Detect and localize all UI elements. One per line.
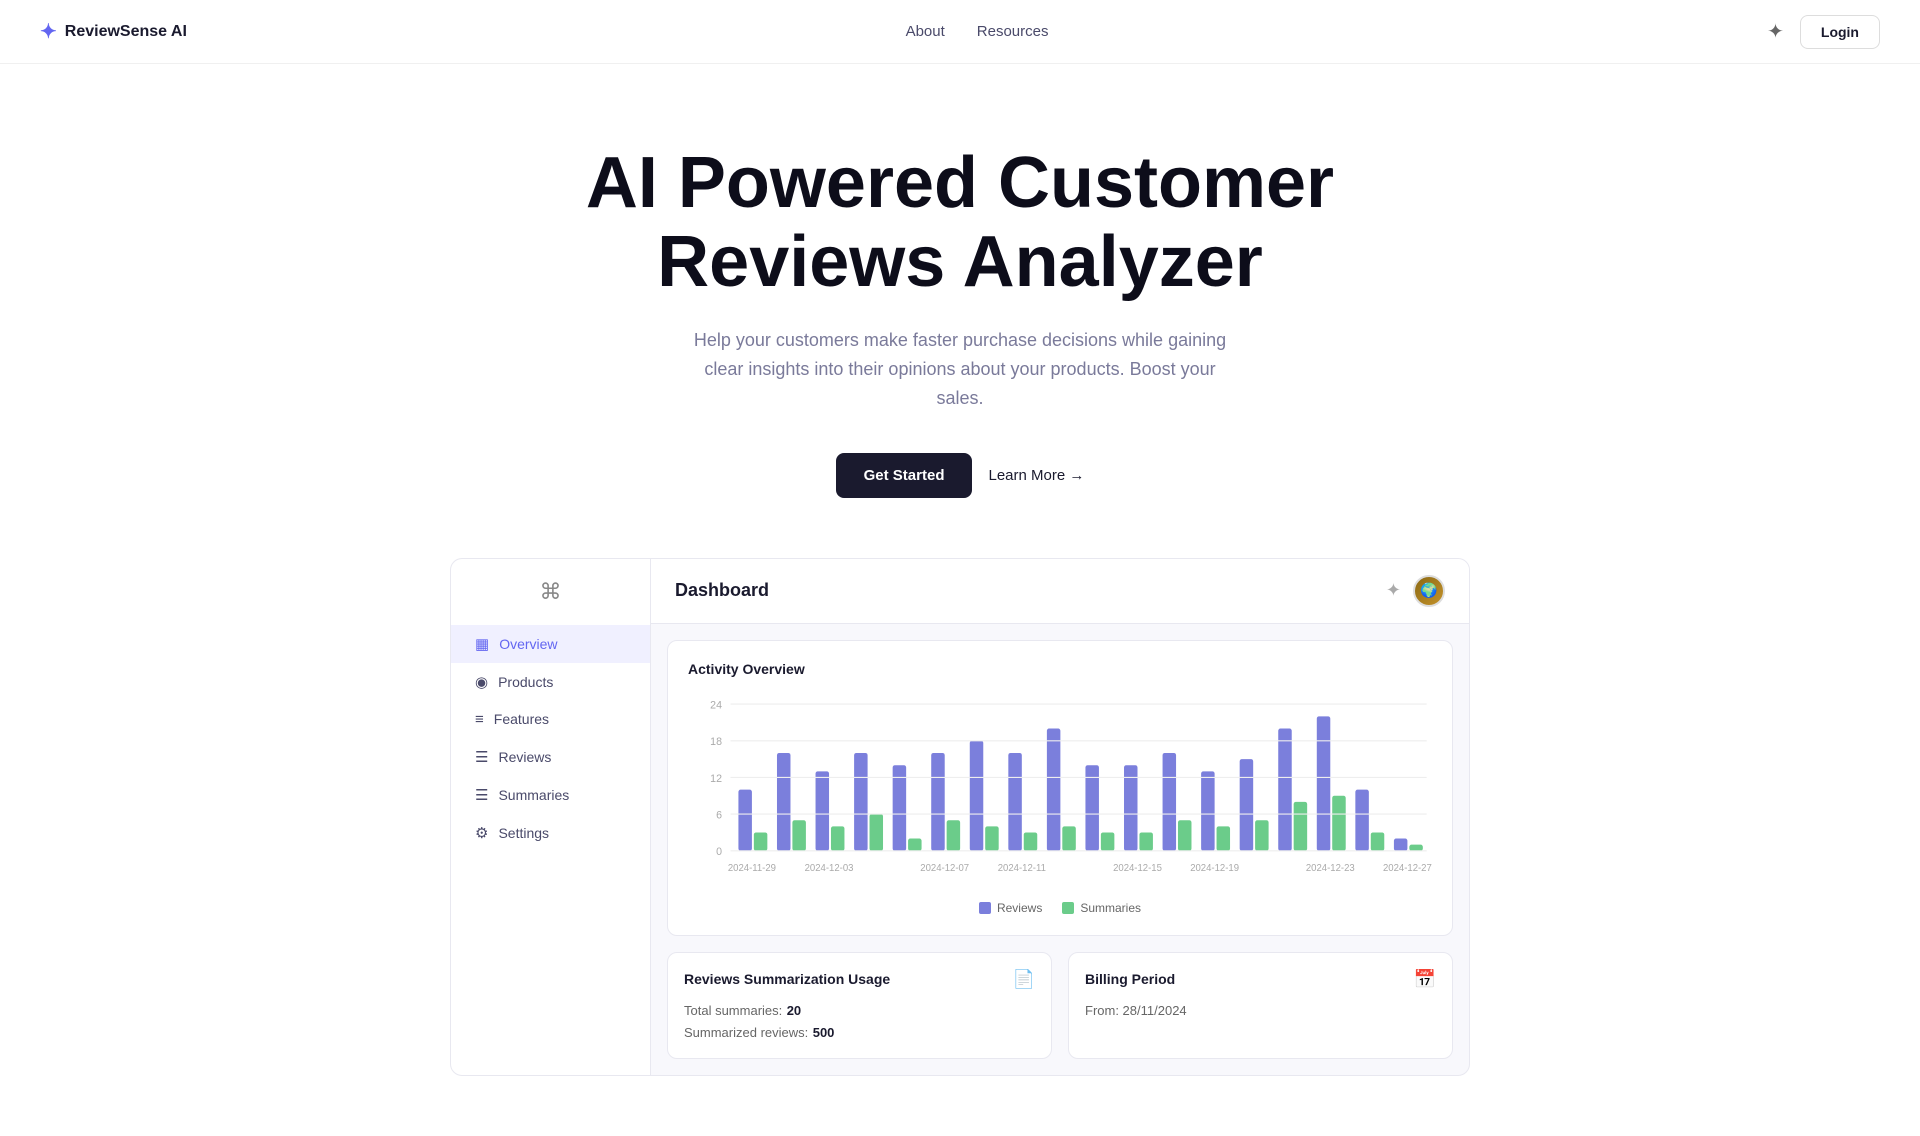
sidebar-item-overview[interactable]: ▦ Overview <box>451 625 650 663</box>
hero-section: AI Powered Customer Reviews Analyzer Hel… <box>510 64 1410 558</box>
billing-card-icon: 📅 <box>1414 969 1436 990</box>
features-icon: ≡ <box>475 711 484 728</box>
usage-card-icon: 📄 <box>1013 969 1035 990</box>
main-panel: Dashboard ✦ 🌍 Activity Overview 24 <box>650 558 1470 1076</box>
products-icon: ◉ <box>475 673 488 691</box>
svg-text:0: 0 <box>716 846 722 858</box>
legend-reviews: Reviews <box>979 901 1042 915</box>
usage-total-row: Total summaries: 20 <box>684 1002 1035 1020</box>
billing-card: Billing Period 📅 From: 28/11/2024 <box>1068 952 1453 1059</box>
usage-reviews-value: 500 <box>813 1025 835 1040</box>
reviews-icon: ☰ <box>475 748 488 766</box>
sidebar-item-overview-label: Overview <box>499 636 557 652</box>
sidebar-item-products[interactable]: ◉ Products <box>451 663 650 701</box>
legend-reviews-label: Reviews <box>997 901 1042 915</box>
usage-reviews-row: Summarized reviews: 500 <box>684 1024 1035 1042</box>
sidebar-item-settings-label: Settings <box>498 825 549 841</box>
legend-reviews-dot <box>979 902 991 914</box>
activity-chart-svg: 24 18 12 6 0 2024-11-29 2024-12-03 2024-12… <box>688 693 1432 893</box>
usage-card-header: Reviews Summarization Usage 📄 <box>684 969 1035 990</box>
svg-text:24: 24 <box>710 699 722 711</box>
billing-card-title: Billing Period <box>1085 971 1175 987</box>
nav-about[interactable]: About <box>906 23 945 40</box>
svg-text:2024-12-15: 2024-12-15 <box>1113 862 1162 873</box>
svg-text:2024-12-19: 2024-12-19 <box>1190 862 1239 873</box>
sidebar-item-settings[interactable]: ⚙ Settings <box>451 814 650 852</box>
chart-legend: Reviews Summaries <box>688 901 1432 915</box>
logo-icon: ✦ <box>40 19 57 44</box>
chart-container: 24 18 12 6 0 2024-11-29 2024-12-03 2024-12… <box>688 693 1432 893</box>
svg-text:2024-11-29: 2024-11-29 <box>728 862 776 873</box>
hero-title-line1: AI Powered Customer <box>586 143 1334 223</box>
logo-text: ReviewSense AI <box>65 23 187 41</box>
avatar[interactable]: 🌍 <box>1413 575 1445 607</box>
nav-links: About Resources <box>906 23 1049 40</box>
sidebar-item-features[interactable]: ≡ Features <box>451 701 650 738</box>
logo[interactable]: ✦ ReviewSense AI <box>40 19 187 44</box>
svg-text:12: 12 <box>710 772 722 784</box>
summaries-icon: ☰ <box>475 786 488 804</box>
hero-subtitle: Help your customers make faster purchase… <box>680 326 1240 412</box>
legend-summaries: Summaries <box>1062 901 1141 915</box>
sidebar-item-summaries-label: Summaries <box>498 787 569 803</box>
sidebar-item-summaries[interactable]: ☰ Summaries <box>451 776 650 814</box>
header-gear-icon[interactable]: ✦ <box>1386 580 1401 601</box>
svg-text:2024-12-03: 2024-12-03 <box>805 862 854 873</box>
svg-text:2024-12-27: 2024-12-27 <box>1383 862 1432 873</box>
navbar-right: ✦ Login <box>1767 15 1880 49</box>
sidebar-item-reviews[interactable]: ☰ Reviews <box>451 738 650 776</box>
billing-from: From: 28/11/2024 <box>1085 1003 1187 1018</box>
get-started-button[interactable]: Get Started <box>836 453 973 498</box>
usage-total-label: Total summaries: <box>684 1003 782 1018</box>
activity-chart-card: Activity Overview 24 18 12 6 0 2024-11-2… <box>667 640 1453 936</box>
usage-reviews-label: Summarized reviews: <box>684 1025 808 1040</box>
dashboard-preview: ⌘ ▦ Overview ◉ Products ≡ Features ☰ Rev… <box>410 558 1510 1136</box>
dashboard-header: Dashboard ✦ 🌍 <box>651 559 1469 624</box>
dashboard-title: Dashboard <box>675 580 769 601</box>
svg-text:2024-12-11: 2024-12-11 <box>998 862 1046 873</box>
theme-toggle-button[interactable]: ✦ <box>1767 19 1784 44</box>
settings-icon: ⚙ <box>475 824 488 842</box>
sidebar: ⌘ ▦ Overview ◉ Products ≡ Features ☰ Rev… <box>450 558 650 1076</box>
svg-text:2024-12-07: 2024-12-07 <box>920 862 969 873</box>
sidebar-item-reviews-label: Reviews <box>498 749 551 765</box>
sidebar-item-products-label: Products <box>498 674 553 690</box>
login-button[interactable]: Login <box>1800 15 1880 49</box>
svg-text:6: 6 <box>716 809 722 821</box>
chart-title: Activity Overview <box>688 661 1432 677</box>
svg-text:2024-12-23: 2024-12-23 <box>1306 862 1355 873</box>
overview-icon: ▦ <box>475 635 489 653</box>
sidebar-item-features-label: Features <box>494 711 549 727</box>
bottom-cards: Reviews Summarization Usage 📄 Total summ… <box>651 952 1469 1075</box>
legend-summaries-label: Summaries <box>1080 901 1141 915</box>
billing-card-header: Billing Period 📅 <box>1085 969 1436 990</box>
sidebar-logo: ⌘ <box>524 579 578 605</box>
usage-card-title: Reviews Summarization Usage <box>684 971 890 987</box>
usage-card: Reviews Summarization Usage 📄 Total summ… <box>667 952 1052 1059</box>
dashboard-header-right: ✦ 🌍 <box>1386 575 1445 607</box>
usage-total-value: 20 <box>787 1003 801 1018</box>
legend-summaries-dot <box>1062 902 1074 914</box>
hero-title-line2: Reviews Analyzer <box>657 222 1263 302</box>
navbar: ✦ ReviewSense AI About Resources ✦ Login <box>0 0 1920 64</box>
hero-buttons: Get Started Learn More → <box>530 453 1390 498</box>
learn-more-button[interactable]: Learn More → <box>988 467 1084 484</box>
svg-text:18: 18 <box>710 736 722 748</box>
nav-resources[interactable]: Resources <box>977 23 1049 40</box>
hero-title: AI Powered Customer Reviews Analyzer <box>530 144 1390 302</box>
